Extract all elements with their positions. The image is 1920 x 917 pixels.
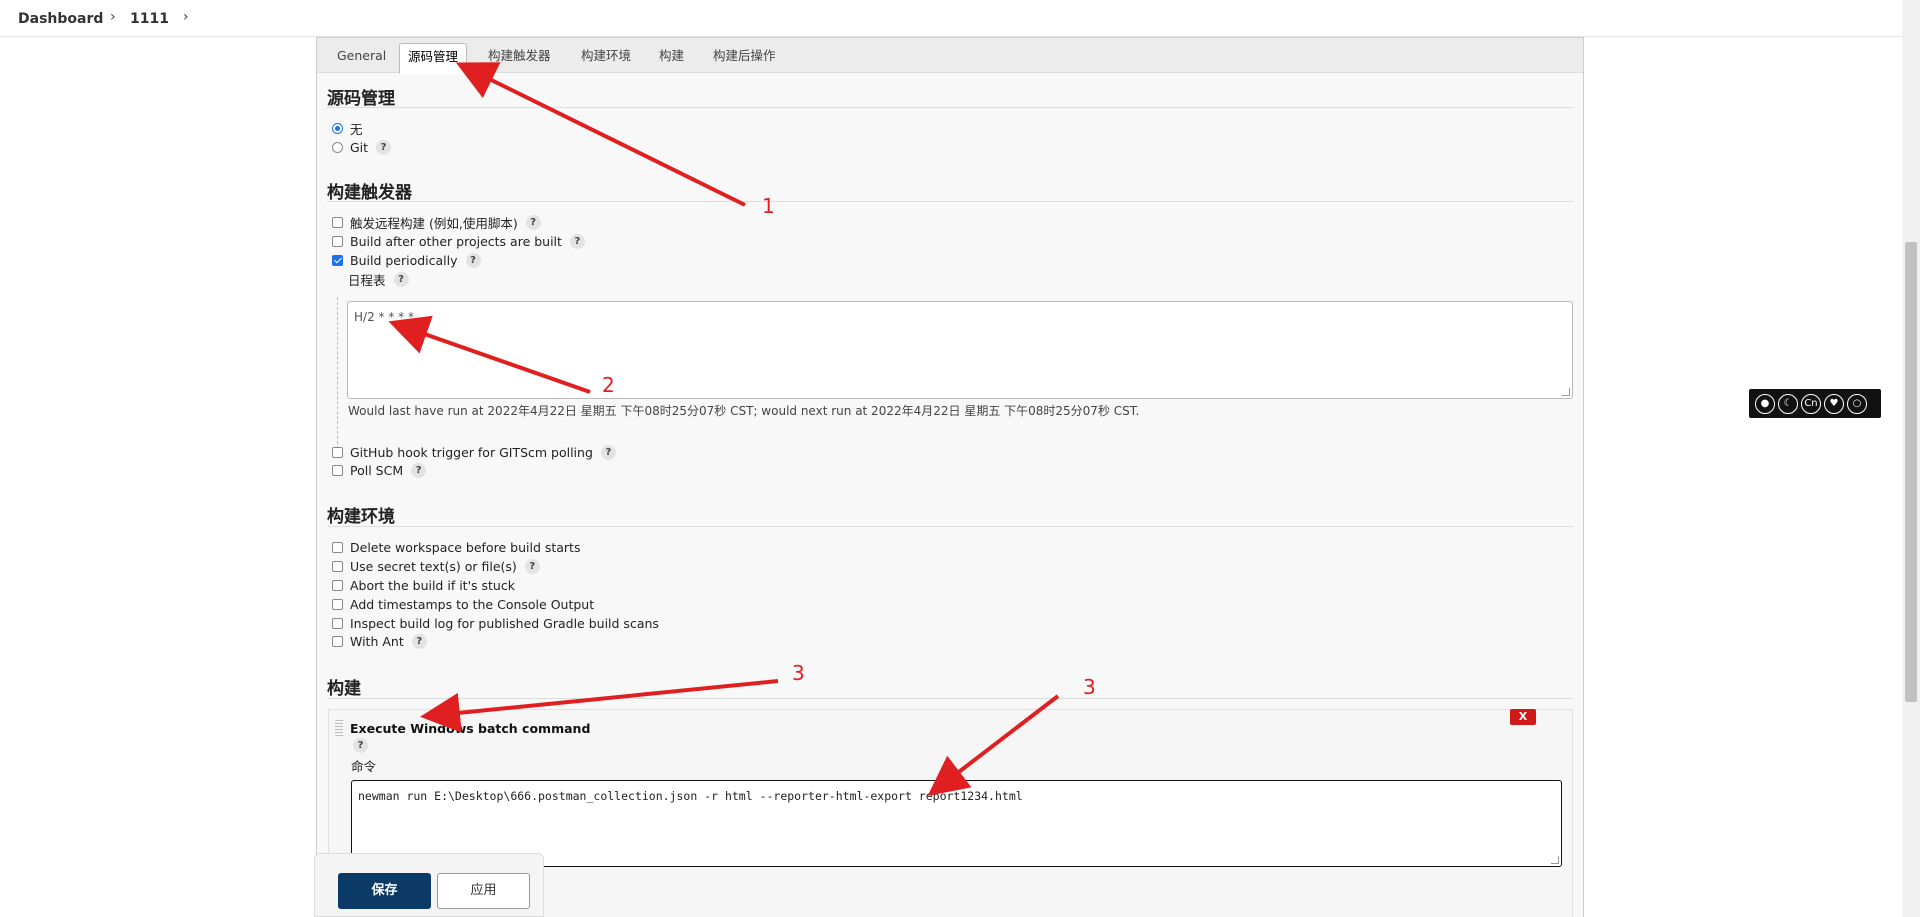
annotation-label-1: 1 xyxy=(762,194,775,218)
jenkins-config-page: Dashboard › 1111 › General 源码管理 构建触发器 构建… xyxy=(0,0,1920,917)
annotation-arrow-3a xyxy=(420,679,779,733)
annotation-arrows xyxy=(388,62,1060,796)
annotation-label-3a: 3 xyxy=(792,661,805,685)
annotation-arrow-2 xyxy=(388,315,591,394)
annotation-label-2: 2 xyxy=(602,373,615,397)
annotation-label-3b: 3 xyxy=(1083,675,1096,699)
annotation-arrow-1 xyxy=(455,62,746,207)
annotation-arrow-3b xyxy=(927,694,1060,796)
